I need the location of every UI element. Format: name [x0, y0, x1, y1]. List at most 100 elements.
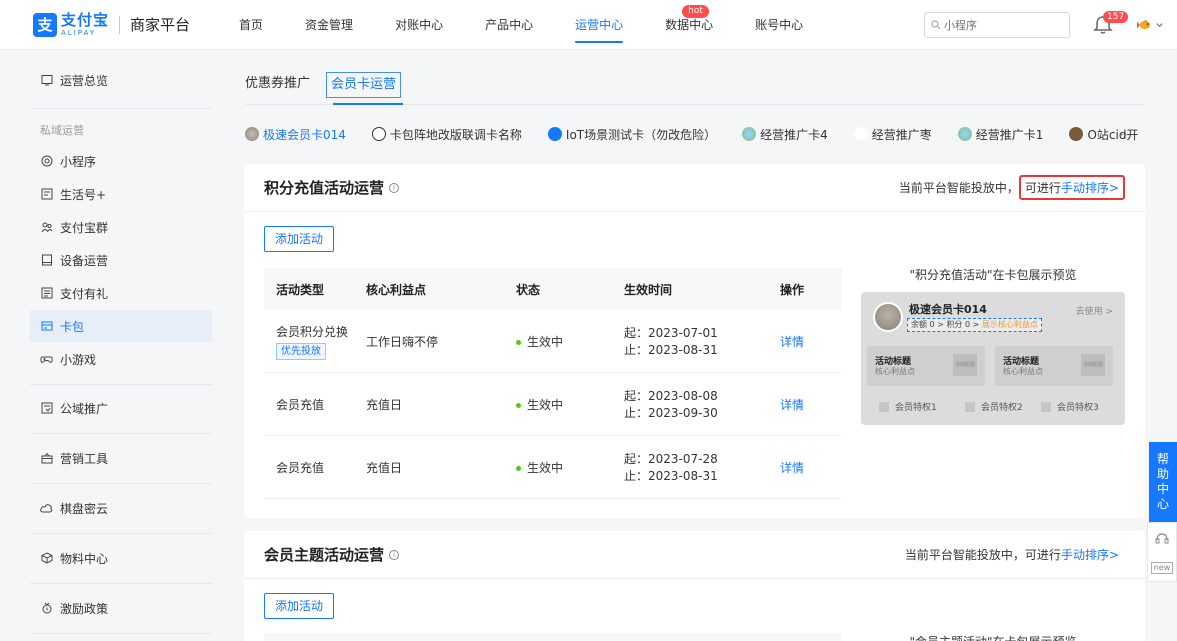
new-feature-icon[interactable]: new [1150, 561, 1174, 574]
gift-icon [40, 287, 53, 300]
card-chip[interactable]: IoT场景测试卡（勿改危险） [547, 126, 716, 143]
sidebar-divider [30, 583, 212, 584]
sidebar-item-label: 物料中心 [60, 551, 109, 566]
search-icon [931, 20, 941, 30]
card-chip[interactable]: 经营推广卡4 [742, 126, 828, 143]
table-header: 活动类型 核心利益点 状态 生效时间 操作 [264, 268, 842, 310]
nav-funds[interactable]: 资金管理 [284, 0, 374, 50]
sidebar-item-cloud[interactable]: 棋盘密云 [30, 492, 212, 524]
panel-title-text: 积分充值活动运营 [264, 179, 385, 197]
life-account-icon [40, 188, 53, 201]
preview-activity-box: 活动标题 核心利益点 活动配图 [867, 346, 985, 386]
end-date: 止：2023-09-30 [624, 406, 718, 420]
sidebar-item-overview[interactable]: 运营总览 [30, 64, 212, 96]
sidebar-item-label: 激励政策 [60, 601, 109, 616]
user-avatar[interactable] [1137, 17, 1163, 33]
manual-sort-link[interactable]: 手动排序> [1061, 546, 1119, 563]
more-cards-button[interactable]: ··· [1120, 128, 1131, 142]
tab-active-indicator [333, 103, 403, 105]
detail-link[interactable]: 详情 [780, 398, 804, 412]
status-cell: 生效中 [516, 459, 624, 476]
nav-account[interactable]: 账号中心 [734, 0, 824, 50]
search-input[interactable] [944, 18, 1064, 32]
sidebar-divider [30, 433, 212, 434]
info-icon[interactable]: i [389, 549, 400, 560]
material-icon [40, 552, 53, 565]
tab-coupon-promotion[interactable]: 优惠券推广 [245, 72, 310, 100]
notice-mid-text: 可进行 [1024, 181, 1061, 195]
tab-member-card[interactable]: 会员卡运营 [326, 72, 402, 98]
sidebar-item-marketing-tools[interactable]: 营销工具 [30, 442, 212, 474]
sidebar: 运营总览 私域运营 小程序 生活号+ 支付宝群 设备运营 支付有礼 卡包 小游戏… [0, 50, 230, 641]
nav-operations[interactable]: 运营中心 [554, 0, 644, 50]
nav-home[interactable]: 首页 [218, 0, 284, 50]
info-icon[interactable]: i [389, 182, 400, 193]
incentive-icon [40, 602, 53, 615]
card-chip-label: 经营推广枣 [871, 127, 932, 142]
mini-program-icon [40, 155, 53, 168]
card-chip[interactable]: 经营推广卡1 [957, 126, 1043, 143]
customer-service-icon[interactable] [1154, 531, 1170, 547]
preview-card-name: 极速会员卡014 [909, 303, 987, 316]
status-cell: 生效中 [516, 333, 624, 350]
panel-title: 积分充值活动运营 i [264, 177, 400, 198]
sidebar-item-incentive[interactable]: 激励政策 [30, 592, 212, 624]
sidebar-item-label: 营销工具 [60, 451, 109, 466]
sidebar-item-mini-game[interactable]: 小游戏 [30, 343, 212, 375]
card-chip[interactable]: 经营推广枣 [853, 126, 932, 143]
nav-reconciliation[interactable]: 对账中心 [374, 0, 464, 50]
time-cell: 起：2023-07-28 止：2023-08-31 [624, 450, 766, 484]
sidebar-item-life-account[interactable]: 生活号+ [30, 178, 212, 210]
card-chip[interactable]: 卡包阵地改版联调卡名称 [371, 126, 522, 143]
sidebar-item-label: 小程序 [60, 154, 97, 169]
sidebar-item-mini-program[interactable]: 小程序 [30, 145, 212, 177]
logo-separator [119, 15, 121, 34]
nav-account-label: 账号中心 [755, 17, 804, 32]
main-content: 优惠券推广 会员卡运营 极速会员卡014 卡包阵地改版联调卡名称 IoT场景测试… [230, 50, 1177, 641]
alipay-logo[interactable]: 支 支付宝 ALIPAY 商家平台 [33, 12, 191, 37]
help-tools: new [1147, 522, 1177, 582]
detail-link[interactable]: 详情 [780, 461, 804, 475]
activity-type: 会员充值 [276, 460, 325, 475]
preview-benefit-tag: 展示核心利益点 [981, 320, 1038, 329]
preview-card-header: 极速会员卡014 去使用 > 余额 0 > 积分 0 > 展示核心利益点 [861, 292, 1125, 340]
start-date: 起：2023-07-28 [624, 452, 718, 466]
column-header: 活动类型 [276, 282, 325, 297]
nav-products-label: 产品中心 [485, 17, 534, 32]
sidebar-item-alipay-group[interactable]: 支付宝群 [30, 211, 212, 243]
table-row: 会员充值 充值日 生效中 起：2023-07-28 止：2023-08-31 详情 [264, 436, 842, 499]
add-activity-button[interactable]: 添加活动 [264, 226, 335, 252]
column-header: 状态 [516, 282, 541, 297]
card-chip-label: 卡包阵地改版联调卡名称 [389, 127, 522, 142]
status-text: 生效中 [527, 334, 564, 349]
sidebar-item-public-promotion[interactable]: 公域推广 [30, 392, 212, 424]
add-activity-button[interactable]: 添加活动 [264, 593, 335, 619]
card-chip[interactable]: 极速会员卡014 [245, 126, 346, 143]
benefit-cell: 充值日 [366, 397, 403, 412]
cloud-icon [40, 502, 53, 515]
activity-type: 会员积分兑换 [276, 324, 349, 339]
sidebar-item-payment-gift[interactable]: 支付有礼 [30, 277, 212, 309]
nav-data[interactable]: 数据中心 hot [644, 0, 734, 50]
column-header: 核心利益点 [366, 282, 427, 297]
manual-sort-link[interactable]: 手动排序> [1061, 179, 1119, 196]
sidebar-item-label: 设备运营 [60, 253, 109, 268]
card-wallet-icon [40, 320, 53, 333]
platform-name: 商家平台 [130, 16, 191, 34]
cat-logo-icon [1069, 127, 1084, 141]
privilege-label: 会员特权2 [981, 403, 1023, 413]
sidebar-item-material-center[interactable]: 物料中心 [30, 542, 212, 574]
detail-link[interactable]: 详情 [780, 335, 804, 349]
priority-tag: 优先投放 [276, 342, 326, 360]
sidebar-item-card-wallet[interactable]: 卡包 [30, 310, 212, 342]
nav-products[interactable]: 产品中心 [464, 0, 554, 50]
search-box[interactable] [924, 12, 1070, 38]
table-row: 会员充值 充值日 生效中 起：2023-08-08 止：2023-09-30 详情 [264, 373, 842, 436]
globe-icon [957, 127, 972, 141]
preview-activity-sub: 核心利益点 [875, 367, 915, 376]
action-cell: 详情 [766, 459, 842, 476]
sidebar-item-device[interactable]: 设备运营 [30, 244, 212, 276]
help-center-button[interactable]: 帮 助 中 心 [1149, 442, 1177, 522]
notice-mid-text: 可进行 [1024, 548, 1061, 562]
chevron-down-icon [1156, 23, 1163, 28]
